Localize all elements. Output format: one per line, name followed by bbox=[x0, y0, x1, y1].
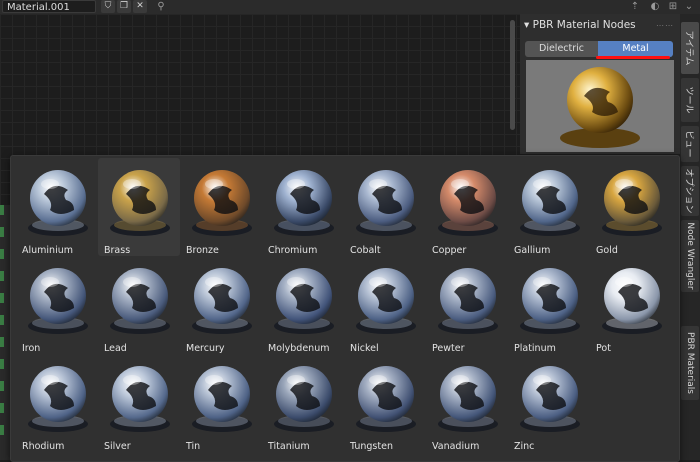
material-item[interactable]: Tin bbox=[180, 354, 262, 452]
material-label: Molybdenum bbox=[268, 343, 330, 354]
material-item[interactable]: Tungsten bbox=[344, 354, 426, 452]
material-sphere bbox=[438, 366, 498, 432]
material-name-field[interactable]: Material.001 bbox=[2, 0, 96, 13]
material-item[interactable]: Chromium bbox=[262, 158, 344, 256]
material-item[interactable]: Aluminium bbox=[16, 158, 98, 256]
material-label: Bronze bbox=[186, 245, 219, 256]
chevron-down-icon[interactable]: ⌄ bbox=[682, 0, 696, 13]
material-sphere bbox=[28, 366, 88, 432]
material-item[interactable]: Pewter bbox=[426, 256, 508, 354]
material-label: Nickel bbox=[350, 343, 379, 354]
material-label: Chromium bbox=[268, 245, 318, 256]
material-label: Tin bbox=[186, 441, 201, 452]
material-sphere bbox=[28, 268, 88, 334]
shield-icon[interactable]: ⛉ bbox=[101, 0, 115, 13]
close-icon[interactable]: ✕ bbox=[133, 0, 147, 13]
material-sphere bbox=[192, 366, 252, 432]
material-sphere bbox=[274, 170, 334, 236]
material-sphere bbox=[602, 170, 662, 236]
tab-pbr-materials[interactable]: PBR Materials bbox=[681, 326, 699, 400]
preview-sphere bbox=[526, 60, 674, 152]
annotation-underline bbox=[596, 56, 670, 59]
material-label: Titanium bbox=[268, 441, 310, 452]
material-sphere bbox=[110, 366, 170, 432]
material-label: Iron bbox=[22, 343, 41, 354]
scrollbar[interactable] bbox=[510, 20, 515, 130]
material-label: Lead bbox=[104, 343, 127, 354]
material-grid-popup: Aluminium Brass Bronze Chromium Cobalt Copper… bbox=[10, 155, 680, 462]
material-label: Zinc bbox=[514, 441, 535, 452]
header-bar: Material.001 ⛉ ❐ ✕ ⚲ ⇡ ◐ ⊞ ⌄ bbox=[0, 0, 700, 14]
material-sphere bbox=[520, 268, 580, 334]
tab-view[interactable]: ビュー bbox=[681, 126, 699, 162]
tab-tool[interactable]: ツール bbox=[681, 78, 699, 122]
material-label: Vanadium bbox=[432, 441, 480, 452]
material-item[interactable]: Cobalt bbox=[344, 158, 426, 256]
material-label: Copper bbox=[432, 245, 467, 256]
material-item[interactable]: Nickel bbox=[344, 256, 426, 354]
pin-icon[interactable]: ⚲ bbox=[154, 0, 168, 13]
material-label: Pot bbox=[596, 343, 611, 354]
material-item[interactable]: Brass bbox=[98, 158, 180, 256]
material-item[interactable]: Silver bbox=[98, 354, 180, 452]
material-item[interactable]: Gold bbox=[590, 158, 672, 256]
overlay-icon[interactable]: ⊞ bbox=[666, 0, 680, 13]
material-item[interactable]: Platinum bbox=[508, 256, 590, 354]
left-markers bbox=[0, 205, 4, 435]
parent-icon[interactable]: ⇡ bbox=[628, 0, 642, 13]
material-item[interactable]: Bronze bbox=[180, 158, 262, 256]
tab-options[interactable]: オプション bbox=[681, 166, 699, 216]
material-sphere bbox=[192, 268, 252, 334]
material-sphere bbox=[520, 366, 580, 432]
material-item[interactable]: Pot bbox=[590, 256, 672, 354]
tab-dielectric[interactable]: Dielectric bbox=[525, 41, 598, 57]
material-item[interactable]: Vanadium bbox=[426, 354, 508, 452]
material-sphere bbox=[438, 170, 498, 236]
material-label: Brass bbox=[104, 245, 131, 256]
material-item[interactable]: Molybdenum bbox=[262, 256, 344, 354]
tab-item[interactable]: アイテム bbox=[681, 22, 699, 74]
material-label: Silver bbox=[104, 441, 131, 452]
material-item[interactable]: Iron bbox=[16, 256, 98, 354]
material-sphere bbox=[356, 268, 416, 334]
material-sphere bbox=[602, 268, 662, 334]
snap-icon[interactable]: ◐ bbox=[648, 0, 662, 13]
material-label: Gold bbox=[596, 245, 618, 256]
material-sphere bbox=[110, 170, 170, 236]
material-item[interactable]: Lead bbox=[98, 256, 180, 354]
material-label: Tungsten bbox=[350, 441, 393, 452]
material-preview bbox=[526, 60, 674, 152]
material-label: Cobalt bbox=[350, 245, 381, 256]
material-sphere bbox=[110, 268, 170, 334]
material-label: Mercury bbox=[186, 343, 225, 354]
material-sphere bbox=[274, 366, 334, 432]
material-sphere bbox=[356, 170, 416, 236]
material-sphere bbox=[192, 170, 252, 236]
material-sphere bbox=[274, 268, 334, 334]
material-label: Gallium bbox=[514, 245, 551, 256]
material-label: Rhodium bbox=[22, 441, 65, 452]
material-sphere bbox=[520, 170, 580, 236]
material-label: Aluminium bbox=[22, 245, 73, 256]
material-item[interactable]: Rhodium bbox=[16, 354, 98, 452]
material-label: Platinum bbox=[514, 343, 556, 354]
panel-title[interactable]: ▾ PBR Material Nodes bbox=[524, 19, 636, 31]
material-sphere bbox=[438, 268, 498, 334]
material-item[interactable]: Titanium bbox=[262, 354, 344, 452]
material-sphere bbox=[28, 170, 88, 236]
copy-icon[interactable]: ❐ bbox=[117, 0, 131, 13]
material-sphere bbox=[356, 366, 416, 432]
material-item[interactable]: Mercury bbox=[180, 256, 262, 354]
tab-metal[interactable]: Metal bbox=[598, 41, 673, 57]
tab-node-wrangler[interactable]: Node Wrangler bbox=[681, 220, 699, 292]
material-item[interactable]: Gallium bbox=[508, 158, 590, 256]
sidebar-tabs: アイテム ツール ビュー オプション Node Wrangler PBR Mat… bbox=[680, 14, 700, 460]
material-label: Pewter bbox=[432, 343, 465, 354]
material-item[interactable]: Zinc bbox=[508, 354, 590, 452]
material-item[interactable]: Copper bbox=[426, 158, 508, 256]
drag-grip-icon[interactable]: ⋯⋯ bbox=[656, 21, 674, 30]
